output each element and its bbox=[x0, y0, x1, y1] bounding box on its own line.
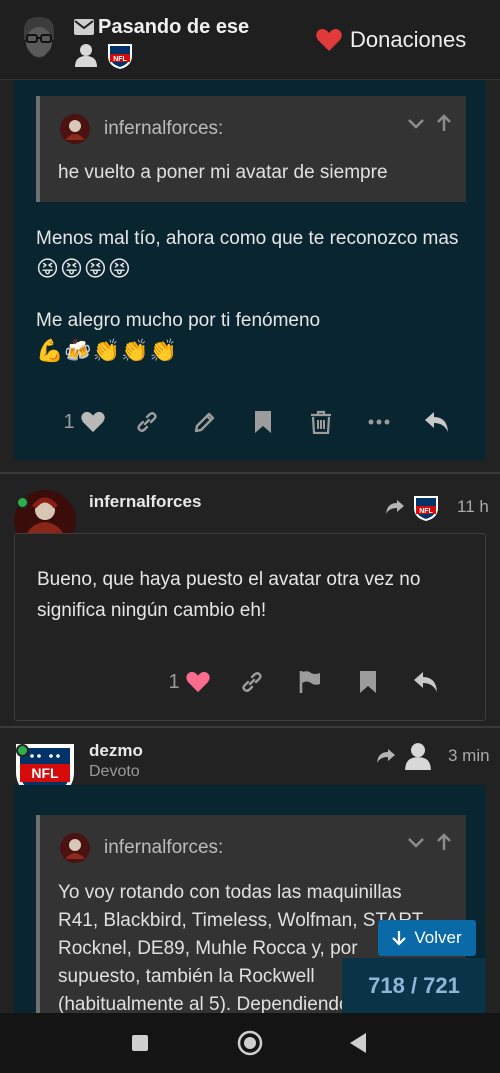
svg-text:NFL: NFL bbox=[113, 56, 127, 63]
link-icon bbox=[137, 412, 157, 432]
topic-title[interactable]: Pasando de ese bbox=[98, 16, 249, 39]
home-button[interactable] bbox=[236, 1029, 264, 1057]
quote-block: infernalforces: he vuelto a poner mi ava… bbox=[36, 96, 466, 202]
reply-button[interactable] bbox=[408, 402, 466, 442]
post-time[interactable]: 11 h bbox=[457, 497, 489, 517]
quote-controls bbox=[406, 114, 452, 132]
bookmark-button[interactable] bbox=[234, 402, 292, 442]
username[interactable]: dezmo bbox=[89, 741, 143, 761]
username[interactable]: infernalforces bbox=[89, 492, 201, 512]
post-1: infernalforces: he vuelto a poner mi ava… bbox=[14, 80, 486, 460]
topic-progress[interactable]: 718 / 721 bbox=[342, 958, 486, 1013]
svg-text:NFL: NFL bbox=[31, 765, 59, 781]
bookmark-icon bbox=[360, 671, 376, 693]
quote-header: infernalforces: bbox=[60, 833, 223, 863]
svg-text:NFL: NFL bbox=[419, 508, 433, 515]
flag-icon bbox=[299, 671, 320, 693]
post-paragraph: Menos mal tío, ahora como que te reconoz… bbox=[36, 228, 459, 281]
recents-button[interactable] bbox=[126, 1029, 154, 1057]
site-logo-icon[interactable] bbox=[18, 14, 60, 66]
ellipsis-icon bbox=[368, 419, 390, 425]
more-actions-button[interactable] bbox=[350, 402, 408, 442]
system-nav-bar bbox=[0, 1013, 500, 1073]
chevron-down-icon[interactable] bbox=[406, 833, 426, 851]
user-title: Devoto bbox=[89, 763, 140, 780]
reply-icon bbox=[425, 412, 448, 432]
post-text: Bueno, que haya puesto el avatar otra ve… bbox=[37, 569, 421, 621]
post-time[interactable]: 3 min bbox=[448, 746, 490, 766]
quote-author[interactable]: infernalforces: bbox=[104, 837, 223, 859]
share-icon[interactable] bbox=[376, 748, 396, 764]
like-button[interactable]: 1 bbox=[50, 402, 118, 442]
triangle-back-icon bbox=[350, 1033, 366, 1053]
chevron-down-icon[interactable] bbox=[406, 114, 426, 132]
reply-icon bbox=[414, 672, 437, 692]
nfl-logo-icon[interactable]: NFL bbox=[413, 493, 439, 521]
post-meta: NFL 11 h bbox=[385, 493, 489, 521]
like-count: 1 bbox=[63, 410, 75, 433]
user-icon[interactable] bbox=[74, 43, 98, 67]
bookmark-button[interactable] bbox=[339, 662, 397, 702]
emoji-group: 💪 🍻 👏 👏 👏 bbox=[36, 337, 178, 363]
post-separator bbox=[0, 472, 500, 474]
copy-link-button[interactable] bbox=[223, 662, 281, 702]
donations-link[interactable]: Donaciones bbox=[316, 27, 466, 53]
delete-button[interactable] bbox=[292, 402, 350, 442]
site-header: Pasando de ese NFL Donaciones bbox=[0, 0, 500, 80]
link-icon bbox=[242, 672, 262, 692]
post-meta: 3 min bbox=[376, 742, 490, 770]
bookmark-icon bbox=[255, 411, 271, 433]
arrow-up-icon[interactable] bbox=[436, 114, 452, 132]
online-indicator bbox=[16, 744, 29, 757]
back-label: Volver bbox=[414, 928, 462, 947]
quote-header: infernalforces: bbox=[60, 114, 223, 144]
quote-text: he vuelto a poner mi avatar de siempre bbox=[58, 162, 388, 183]
heart-icon bbox=[80, 411, 105, 433]
circle-icon bbox=[237, 1030, 263, 1056]
quote-avatar bbox=[60, 114, 90, 144]
back-nav-button[interactable] bbox=[344, 1029, 372, 1057]
like-count: 1 bbox=[168, 670, 180, 693]
pencil-icon bbox=[194, 412, 215, 433]
flag-button[interactable] bbox=[281, 662, 339, 702]
heart-icon bbox=[316, 29, 342, 51]
post-actions: 1 bbox=[50, 402, 466, 442]
post-actions: 1 bbox=[155, 662, 455, 702]
edit-button[interactable] bbox=[176, 402, 234, 442]
arrow-up-icon[interactable] bbox=[436, 833, 452, 851]
back-button[interactable]: Volver bbox=[378, 920, 476, 956]
post-paragraph: Me alegro mucho por ti fenómeno 💪 🍻 👏 👏 👏 bbox=[36, 310, 321, 363]
quote-author[interactable]: infernalforces: bbox=[104, 118, 223, 140]
share-icon[interactable] bbox=[385, 499, 405, 515]
quote-avatar bbox=[60, 833, 90, 863]
heart-icon bbox=[185, 671, 210, 693]
post-body: Bueno, que haya puesto el avatar otra ve… bbox=[14, 533, 486, 721]
trash-icon bbox=[311, 410, 331, 434]
envelope-icon bbox=[74, 19, 94, 35]
post-separator bbox=[0, 726, 500, 728]
square-icon bbox=[132, 1035, 148, 1051]
donations-label: Donaciones bbox=[350, 27, 467, 52]
quote-controls bbox=[406, 833, 452, 851]
nfl-logo-icon[interactable]: NFL bbox=[107, 41, 133, 69]
online-indicator bbox=[16, 496, 29, 509]
copy-link-button[interactable] bbox=[118, 402, 176, 442]
arrow-down-icon bbox=[392, 931, 407, 946]
user-icon[interactable] bbox=[404, 742, 432, 770]
like-button[interactable]: 1 bbox=[155, 662, 223, 702]
reply-button[interactable] bbox=[397, 662, 455, 702]
emoji-group: 😝 😝 😝 😝 bbox=[36, 255, 131, 281]
